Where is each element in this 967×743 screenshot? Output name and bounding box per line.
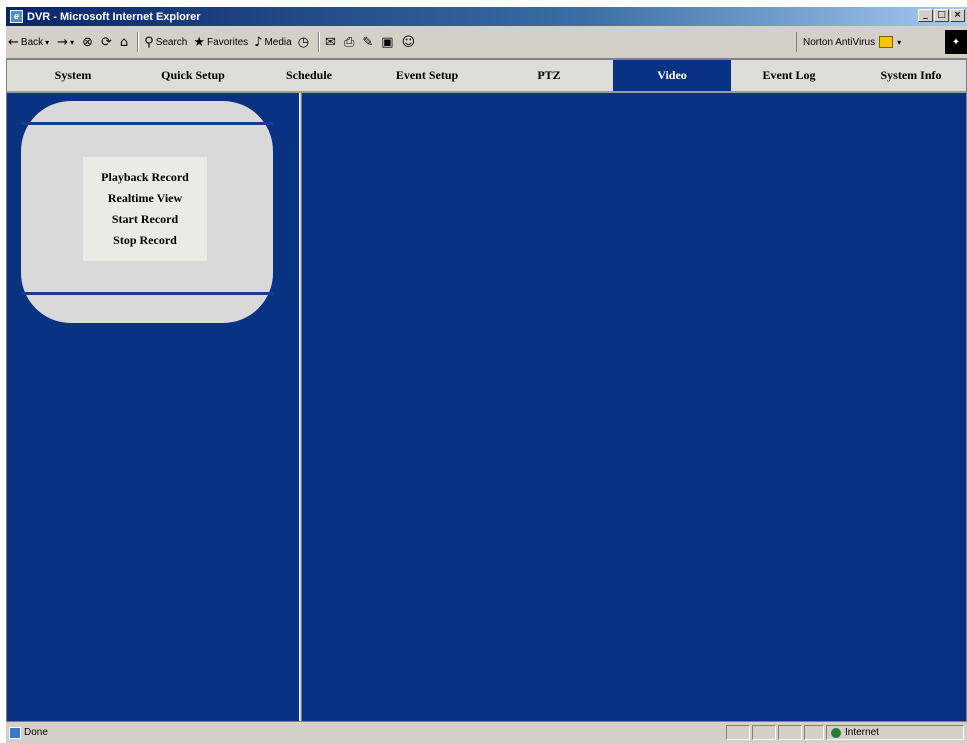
search-label: Search [155, 36, 188, 48]
chevron-down-icon: ▾ [897, 37, 902, 47]
chevron-down-icon: ▾ [70, 37, 75, 47]
refresh-button[interactable]: ⟳ [99, 32, 116, 52]
favorites-button[interactable]: ★ Favorites [191, 32, 250, 52]
status-bar: Done Internet [6, 722, 967, 743]
home-icon: ⌂ [119, 34, 129, 50]
nav-tab-video[interactable]: Video [613, 60, 731, 91]
minimize-button[interactable]: _ [918, 9, 933, 22]
stop-icon: ⊗ [82, 34, 93, 50]
nav-tab-system[interactable]: System [27, 60, 119, 91]
favorites-label: Favorites [207, 36, 249, 48]
windows-flag-icon: ✦ [945, 30, 967, 54]
menu-item-playback-record[interactable]: Playback Record [101, 170, 189, 185]
menu-item-stop-record[interactable]: Stop Record [113, 233, 177, 248]
maximize-button[interactable]: □ [934, 9, 949, 22]
video-menu-panel: Playback Record Realtime View Start Reco… [21, 101, 273, 323]
status-cell [726, 725, 750, 740]
menu-item-start-record[interactable]: Start Record [112, 212, 178, 227]
discuss-icon: ▣ [381, 34, 394, 50]
browser-toolbar: ← Back ▾ → ▾ ⊗ ⟳ ⌂ ⚲ Search ★ Favorites … [6, 26, 967, 59]
status-cell [778, 725, 802, 740]
favorites-icon: ★ [193, 34, 206, 50]
main-content-frame [302, 93, 966, 721]
status-cell [804, 725, 824, 740]
nav-tab-quick-setup[interactable]: Quick Setup [129, 60, 257, 91]
zone-text: Internet [845, 727, 879, 738]
discuss-button[interactable]: ▣ [379, 32, 397, 52]
norton-antivirus-button[interactable]: Norton AntiVirus ▾ [796, 32, 946, 52]
edit-button[interactable]: ✎ [360, 32, 377, 52]
refresh-icon: ⟳ [100, 34, 112, 50]
security-zone: Internet [826, 725, 964, 740]
norton-shield-icon [879, 36, 894, 48]
forward-button[interactable]: → ▾ [55, 32, 78, 52]
browser-window: e DVR - Microsoft Internet Explorer _ □ … [6, 7, 967, 743]
history-button[interactable]: ◷ [296, 32, 313, 52]
back-label: Back [20, 36, 44, 48]
menu-bottom-rule [21, 292, 273, 295]
media-button[interactable]: ♪ Media [252, 32, 294, 52]
norton-label: Norton AntiVirus [803, 36, 876, 48]
media-icon: ♪ [254, 34, 263, 50]
status-cell [752, 725, 776, 740]
window-title: DVR - Microsoft Internet Explorer [27, 10, 201, 23]
toolbar-separator [137, 32, 140, 52]
dvr-page: System Quick Setup Schedule Event Setup … [6, 59, 967, 722]
mail-button[interactable]: ✉ [323, 32, 340, 52]
search-icon: ⚲ [144, 34, 154, 50]
stop-button[interactable]: ⊗ [80, 32, 97, 52]
back-button[interactable]: ← Back ▾ [6, 32, 53, 52]
nav-tab-system-info[interactable]: System Info [857, 60, 965, 91]
toolbar-separator [318, 32, 321, 52]
edit-icon: ✎ [362, 34, 374, 50]
video-menu-list: Playback Record Realtime View Start Reco… [83, 157, 207, 261]
nav-tab-event-setup[interactable]: Event Setup [367, 60, 487, 91]
nav-tab-ptz[interactable]: PTZ [497, 60, 601, 91]
back-arrow-icon: ← [8, 34, 19, 50]
close-button[interactable]: × [950, 9, 965, 22]
print-icon: ⎙ [343, 34, 355, 50]
title-bar: e DVR - Microsoft Internet Explorer _ □ … [6, 7, 967, 26]
top-nav-bar: System Quick Setup Schedule Event Setup … [7, 60, 966, 93]
home-button[interactable]: ⌂ [118, 32, 132, 52]
left-menu-pane: Playback Record Realtime View Start Reco… [7, 93, 299, 721]
history-icon: ◷ [297, 34, 310, 50]
status-text: Done [24, 727, 48, 738]
window-controls: _ □ × [918, 9, 965, 22]
media-label: Media [264, 36, 292, 48]
menu-item-realtime-view[interactable]: Realtime View [108, 191, 182, 206]
messenger-button[interactable]: ☺ [400, 32, 420, 52]
print-button[interactable]: ⎙ [342, 32, 358, 52]
messenger-icon: ☺ [401, 34, 416, 50]
search-button[interactable]: ⚲ Search [142, 32, 189, 52]
menu-top-rule [21, 122, 273, 125]
chevron-down-icon: ▾ [45, 37, 50, 47]
nav-tab-event-log[interactable]: Event Log [737, 60, 841, 91]
page-done-icon [9, 726, 21, 739]
nav-tab-schedule[interactable]: Schedule [259, 60, 359, 91]
ie-logo-icon: e [10, 10, 23, 23]
globe-icon [831, 727, 841, 738]
mail-icon: ✉ [325, 34, 336, 50]
forward-arrow-icon: → [57, 34, 69, 50]
